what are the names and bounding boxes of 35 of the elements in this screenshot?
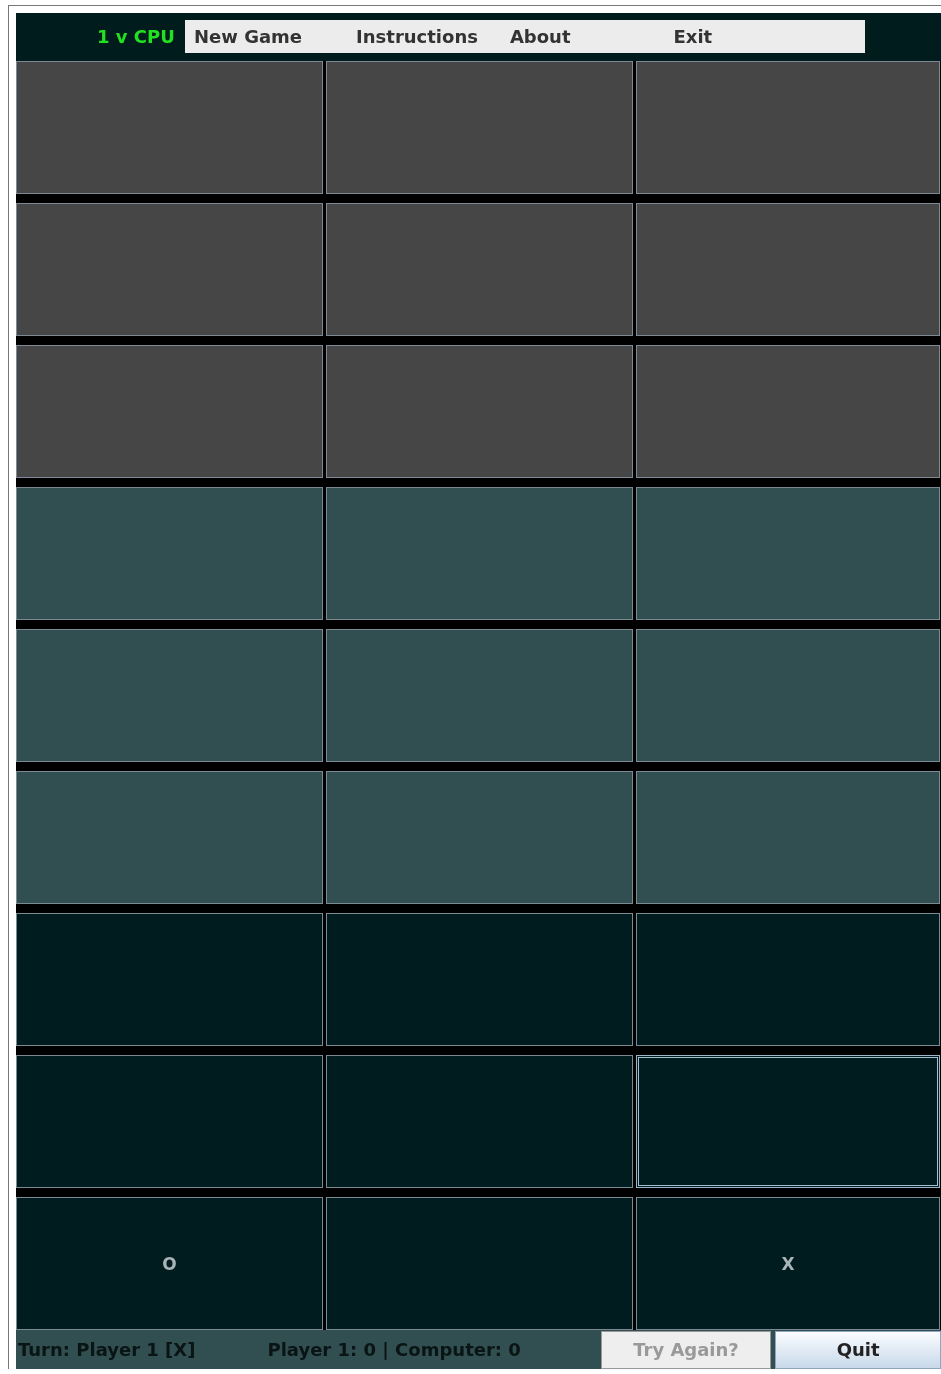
board-cell[interactable] [326,61,633,194]
board-cell[interactable] [16,345,323,478]
score-status: Player 1: 0 | Computer: 0 [267,1339,522,1360]
board-cell[interactable] [326,487,633,620]
board-cell[interactable] [16,61,323,194]
board-cell[interactable] [326,345,633,478]
board-cell[interactable] [16,913,323,1046]
board-cell[interactable] [636,771,940,904]
board-cell[interactable]: O [16,1197,323,1330]
quit-button[interactable]: Quit [775,1330,941,1369]
board-cell[interactable] [326,771,633,904]
board-cell[interactable] [636,345,940,478]
board-cell[interactable] [16,1055,323,1188]
board-cell[interactable] [636,1055,940,1188]
board-cell[interactable] [16,487,323,620]
board-cell[interactable] [16,629,323,762]
board-cell[interactable] [326,629,633,762]
board-cell[interactable] [16,203,323,336]
menu-item[interactable]: New Game [194,26,303,47]
board-cell[interactable] [636,203,940,336]
menu-item[interactable]: Instructions [356,26,478,47]
board-cell[interactable] [326,203,633,336]
turn-status: Turn: Player 1 [X] [18,1339,197,1360]
board-cell[interactable] [16,771,323,904]
board-cell[interactable] [636,487,940,620]
board-cell[interactable] [326,913,633,1046]
mode-label: 1 v CPU [97,25,176,49]
board-cell[interactable] [636,61,940,194]
board-cell[interactable]: X [636,1197,940,1330]
menu-item[interactable]: About [509,26,571,47]
board-cell[interactable] [636,913,940,1046]
board-cell[interactable] [326,1055,633,1188]
board-cell[interactable] [636,629,940,762]
board-cell[interactable] [326,1197,633,1330]
menu-item[interactable]: Exit [673,26,713,47]
